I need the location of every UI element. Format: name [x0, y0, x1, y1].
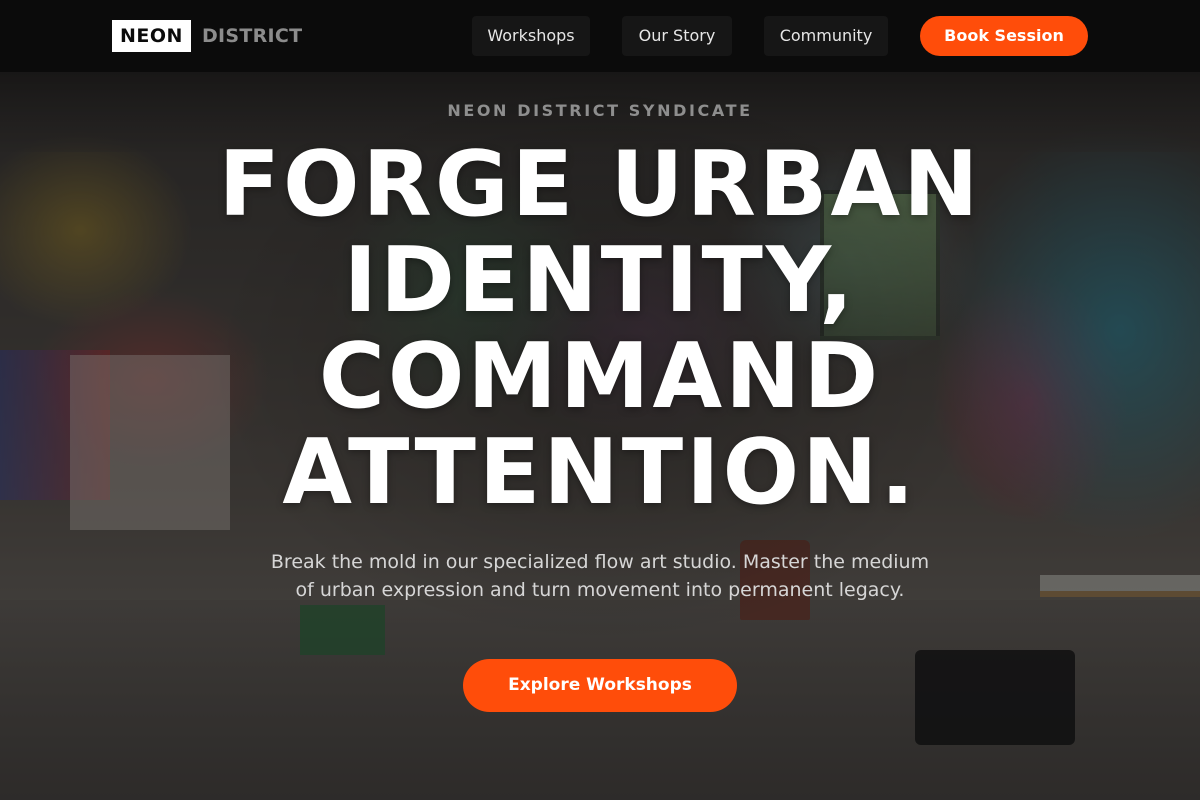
nav-link-community[interactable]: Community	[764, 16, 888, 56]
logo-box-text: NEON	[112, 20, 191, 52]
hero-subtext: Break the mold in our specialized flow a…	[270, 551, 930, 601]
nav-link-our-story[interactable]: Our Story	[622, 16, 732, 56]
hero-eyebrow: NEON DISTRICT SYNDICATE	[447, 101, 753, 120]
book-session-button[interactable]: Book Session	[920, 16, 1088, 56]
nav-link-workshops[interactable]: Workshops	[472, 16, 590, 56]
top-navigation-bar: NEON DISTRICT Workshops Our Story Commun…	[0, 0, 1200, 72]
site-logo[interactable]: NEON DISTRICT	[112, 20, 302, 52]
explore-workshops-button[interactable]: Explore Workshops	[463, 659, 737, 712]
hero-section: NEON DISTRICT SYNDICATE FORGE URBAN IDEN…	[0, 0, 1200, 800]
hero-headline: FORGE URBAN IDENTITY, COMMAND ATTENTION.	[218, 132, 982, 525]
logo-text: DISTRICT	[201, 25, 303, 47]
